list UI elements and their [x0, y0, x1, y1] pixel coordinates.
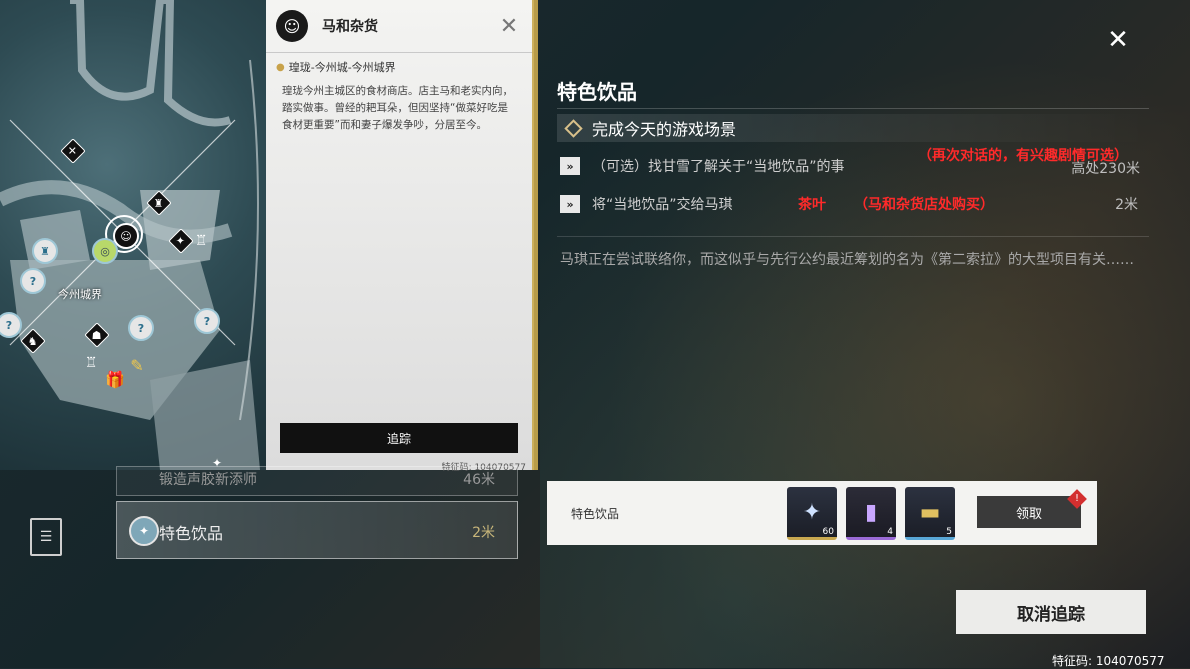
title-divider [557, 108, 1149, 109]
question-marker-icon[interactable]: ? [20, 268, 46, 294]
chevron-right-icon: » [560, 157, 580, 175]
list-item-name: 锻造声胶新添师 [159, 472, 257, 488]
reward-count: 4 [887, 527, 893, 537]
list-item-name: 特色饮品 [159, 524, 224, 543]
background-scene [540, 0, 1190, 668]
feature-code: 特征码: 104070577 [1052, 654, 1165, 668]
track-button[interactable]: 追踪 [280, 423, 518, 453]
close-icon[interactable]: ✕ [1100, 22, 1136, 58]
shop-logo-icon: ☺ [276, 10, 308, 42]
list-item-distance: 2米 [472, 525, 495, 541]
target-marker-icon[interactable]: ◎ [92, 238, 118, 264]
panel-divider [532, 0, 538, 470]
quest-title: 特色饮品 [557, 80, 637, 104]
close-panel-icon[interactable]: ✕ [494, 14, 524, 39]
quest-description: 马琪正在尝试联络你，而这似乎与先行公约最近筹划的名为《第二索拉》的大型项目有关…… [560, 252, 1134, 268]
list-item-distance: 46米 [463, 472, 495, 488]
star-shard-icon[interactable]: ✦ 60 [787, 487, 837, 540]
hammer-marker-icon[interactable]: ✎ [126, 354, 148, 376]
main-objective-text: 完成今天的游戏场景 [592, 120, 737, 139]
shop-info-panel: ☺ 马和杂货 ✕ ● 瑝珑-今州城-今州城界 瑝珑今州主城区的食材商店。店主马和… [266, 0, 534, 473]
main-objective: 完成今天的游戏场景 [557, 114, 1149, 142]
teleport-marker-icon[interactable]: ♖ [190, 230, 212, 252]
waypoint-marker-icon[interactable]: ♜ [32, 238, 58, 264]
map-area-label: 今州城界 [58, 288, 102, 301]
list-item[interactable]: 锻造声胶新添师 46米 [116, 466, 518, 496]
shop-name: 马和杂货 [322, 19, 378, 35]
purple-tube-icon[interactable]: ▮ 4 [846, 487, 896, 540]
objective-distance: 2米 [1115, 197, 1138, 213]
objective-text: 将“当地饮品”交给马琪 [592, 197, 733, 213]
objectives-divider [557, 236, 1149, 237]
claim-button[interactable]: 领取 [977, 496, 1081, 528]
annotation-note: 茶叶 [798, 197, 826, 213]
alert-badge: ! [1067, 489, 1087, 509]
minimap[interactable]: ☺ ? ? ? ? ♜ ◎ ♜ ✦ ✕ ♞ ☗ 🎁 ✎ ♖ ♖ ✦ 今州城界 [0, 0, 268, 470]
teleport-marker-icon[interactable]: ♖ [80, 352, 102, 374]
list-item-selected[interactable]: ✦ 特色饮品 2米 [116, 501, 518, 559]
shop-location: ● 瑝珑-今州城-今州城界 [266, 53, 534, 79]
reward-panel: 特色饮品 ✦ 60 ▮ 4 ▬ 5 领取 ! [547, 481, 1097, 545]
annotation-note: （再次对话的，有兴趣剧情可选） [918, 148, 1128, 164]
gift-marker-icon[interactable]: 🎁 [104, 368, 126, 390]
question-marker-icon[interactable]: ? [128, 315, 154, 341]
cancel-track-button[interactable]: 取消追踪 [956, 590, 1146, 634]
reward-count: 5 [946, 527, 952, 537]
quest-marker-icon: ✦ [129, 516, 159, 546]
objective-row[interactable]: » 将“当地饮品”交给马琪 2米 [560, 194, 1140, 214]
diamond-icon [564, 118, 583, 138]
shop-description: 瑝珑今州主城区的食材商店。店主马和老实内向，踏实做事。曾经的耙耳朵，但因坚持“做… [282, 85, 513, 131]
shop-header: ☺ 马和杂货 ✕ [266, 0, 534, 53]
question-marker-icon[interactable]: ? [194, 308, 220, 334]
chevron-right-icon: » [560, 195, 580, 213]
annotation-note: （马和杂货店处购买） [854, 197, 994, 213]
objective-text: （可选）找甘雪了解关于“当地饮品”的事 [592, 159, 845, 175]
shop-location-text: 瑝珑-今州城-今州城界 [288, 61, 396, 74]
quest-log-icon[interactable]: ☰ [30, 518, 62, 556]
location-pin-icon: ● [276, 61, 285, 73]
reward-count: 60 [822, 527, 834, 537]
gold-canister-icon[interactable]: ▬ 5 [905, 487, 955, 540]
reward-label: 特色饮品 [571, 507, 620, 521]
